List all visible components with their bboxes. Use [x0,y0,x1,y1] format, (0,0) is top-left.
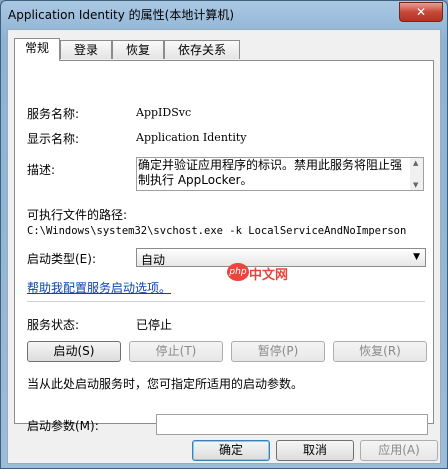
startup-type-label: 启动类型(E): [27,252,96,266]
exec-path-label: 可执行文件的路径: [27,208,128,222]
tab-logon[interactable]: 登录 [60,40,112,59]
ok-button[interactable]: 确定 [192,440,270,461]
scroll-up-icon[interactable]: ▲ [413,159,418,167]
service-name-value: AppIDSvc [136,106,192,119]
watermark: php 中文网 [227,261,289,287]
watermark-text: 中文网 [249,268,289,283]
start-params-hint: 当从此处启动服务时，您可指定所适用的启动参数。 [27,377,304,391]
tab-general[interactable]: 常规 [14,38,60,61]
pause-button[interactable]: 暂停(P) [231,341,325,362]
start-params-label: 启动参数(M): [27,419,99,433]
display-name-label: 显示名称: [27,132,80,146]
description-box[interactable]: 确定并验证应用程序的标识。禁用此服务将阻止强制执行 AppLocker。 ▲ ▼ [136,157,424,191]
properties-window: Application Identity 的属性(本地计算机) ✕ 常规 登录 … [0,0,448,469]
description-label: 描述: [27,163,56,177]
service-name-label: 服务名称: [27,107,80,121]
watermark-logo: php [227,263,249,281]
tab-dependencies[interactable]: 依存关系 [164,40,240,59]
stop-button[interactable]: 停止(T) [129,341,223,362]
exec-path-value: C:\Windows\system32\svchost.exe -k Local… [27,225,407,237]
description-text: 确定并验证应用程序的标识。禁用此服务将阻止强制执行 AppLocker。 [138,158,403,187]
resume-button[interactable]: 恢复(R) [333,341,427,362]
dialog-client-area: 常规 登录 恢复 依存关系 服务名称: AppIDSvc 显示名称: Appli… [7,29,441,464]
cancel-button[interactable]: 取消 [276,440,354,461]
start-button[interactable]: 启动(S) [27,341,121,362]
scroll-down-icon[interactable]: ▼ [413,181,418,189]
separator [27,301,425,302]
display-name-value: Application Identity [136,131,247,144]
close-button[interactable]: ✕ [399,2,443,22]
apply-button[interactable]: 应用(A) [360,440,438,461]
window-title: Application Identity 的属性(本地计算机) [8,8,235,22]
service-status-label: 服务状态: [27,318,80,332]
general-tab-panel: 服务名称: AppIDSvc 显示名称: Application Identit… [14,60,434,435]
service-status-value: 已停止 [136,318,173,332]
chevron-down-icon: ▼ [413,252,420,262]
start-params-input[interactable] [156,414,428,435]
description-scrollbar[interactable]: ▲ ▼ [410,158,423,190]
tab-recovery[interactable]: 恢复 [112,40,164,59]
title-bar[interactable]: Application Identity 的属性(本地计算机) ✕ [1,1,447,27]
help-configure-link[interactable]: 帮助我配置服务启动选项。 [27,279,171,296]
startup-type-value: 自动 [141,253,166,267]
